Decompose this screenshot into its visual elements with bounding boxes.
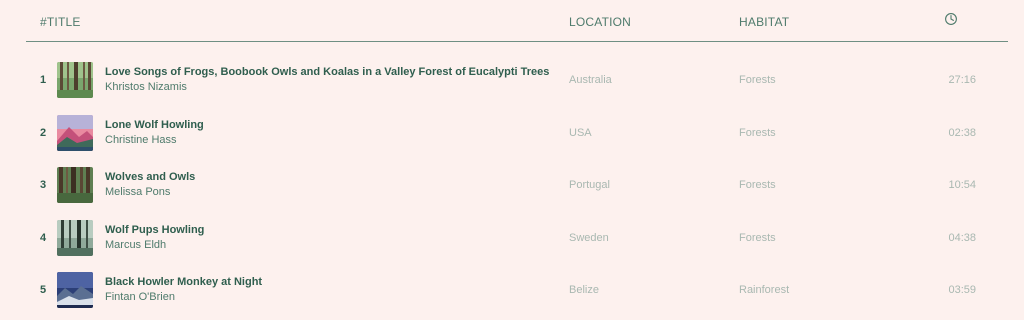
- track-artist[interactable]: Marcus Eldh: [105, 239, 166, 251]
- tracklist-header: #TITLE LOCATION HABITAT: [0, 0, 1024, 42]
- track-habitat: Forests: [739, 126, 776, 139]
- track-artist[interactable]: Melissa Pons: [105, 186, 170, 198]
- track-duration: 02:38: [948, 126, 976, 139]
- track-row[interactable]: 4 Wolf Pups Howling Marcus Eldh Sweden F…: [0, 215, 1024, 268]
- column-location: LOCATION: [569, 15, 632, 29]
- track-artist[interactable]: Fintan O'Brien: [105, 291, 175, 303]
- track-artwork: [57, 219, 93, 256]
- header-divider: [26, 41, 1008, 42]
- track-artwork: [57, 114, 93, 151]
- column-title: #TITLE: [40, 15, 81, 29]
- track-duration: 04:38: [948, 231, 976, 244]
- track-number: 2: [40, 126, 47, 139]
- track-artist[interactable]: Christine Hass: [105, 134, 177, 146]
- track-number: 1: [40, 74, 47, 86]
- track-number: 4: [40, 231, 47, 244]
- track-habitat: Forests: [739, 179, 776, 191]
- track-location: Australia: [569, 74, 612, 86]
- track-title[interactable]: Wolf Pups Howling: [105, 224, 204, 236]
- track-location: Sweden: [569, 231, 609, 244]
- track-habitat: Forests: [739, 231, 776, 244]
- track-rows: 1 Love Songs of Frogs, Boobook Owls and …: [0, 57, 1024, 320]
- track-title[interactable]: Love Songs of Frogs, Boobook Owls and Ko…: [105, 66, 549, 78]
- track-title[interactable]: Lone Wolf Howling: [105, 119, 204, 131]
- track-title[interactable]: Black Howler Monkey at Night: [105, 276, 262, 288]
- track-number: 3: [40, 179, 47, 191]
- tracklist: #TITLE LOCATION HABITAT 1 Love Songs of …: [0, 0, 1024, 317]
- track-habitat: Rainforest: [739, 284, 790, 296]
- track-row[interactable]: 1 Love Songs of Frogs, Boobook Owls and …: [0, 57, 1024, 110]
- track-duration: 27:16: [948, 74, 976, 86]
- column-habitat: HABITAT: [739, 15, 790, 29]
- track-row[interactable]: 2 Lone Wolf Howling Christine Hass USA F…: [0, 110, 1024, 163]
- track-location: USA: [569, 126, 592, 139]
- track-row[interactable]: 3 Wolves and Owls Melissa Pons Portugal …: [0, 162, 1024, 215]
- track-title[interactable]: Wolves and Owls: [105, 171, 195, 183]
- track-row[interactable]: 5 Black Howler Monkey at Night Fintan O'…: [0, 267, 1024, 320]
- track-number: 5: [40, 284, 47, 296]
- track-artwork: [57, 272, 93, 308]
- track-artwork: [57, 167, 93, 203]
- track-duration: 03:59: [948, 284, 976, 296]
- track-location: Belize: [569, 284, 599, 296]
- track-artist[interactable]: Khristos Nizamis: [105, 81, 187, 93]
- track-artwork: [57, 62, 93, 98]
- clock-icon: [944, 12, 958, 26]
- track-habitat: Forests: [739, 74, 776, 86]
- track-location: Portugal: [569, 179, 610, 191]
- track-duration: 10:54: [948, 179, 976, 191]
